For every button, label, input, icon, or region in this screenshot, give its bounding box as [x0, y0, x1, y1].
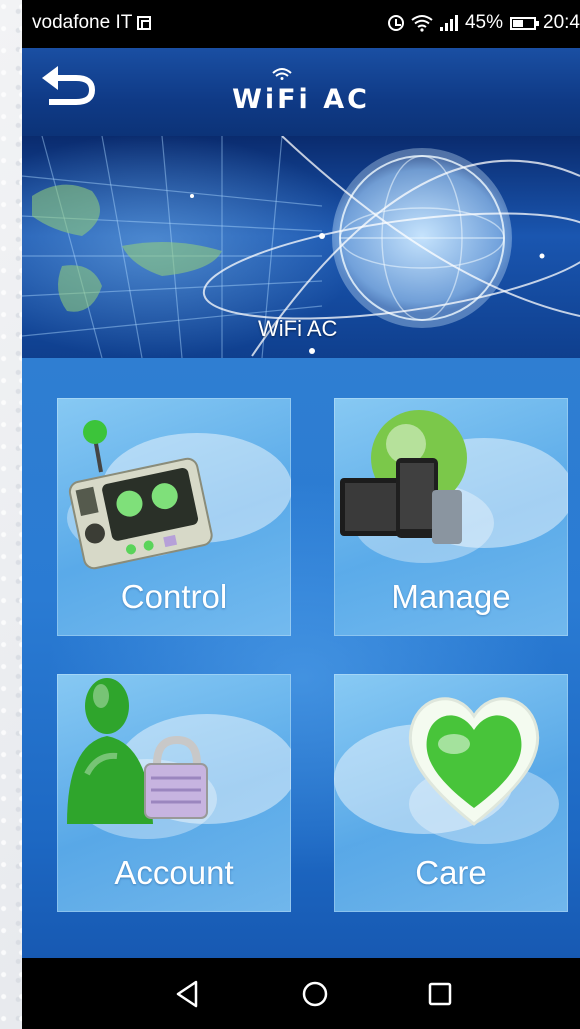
- account-label: Account: [114, 854, 234, 891]
- circle-home-icon[interactable]: [297, 976, 333, 1012]
- manage-label: Manage: [391, 578, 511, 615]
- main-menu: Control Manage Account Care: [22, 358, 580, 958]
- banner-caption: WiFi AC: [258, 316, 338, 341]
- account-tile[interactable]: Account: [57, 674, 291, 912]
- battery-icon: [510, 16, 540, 30]
- phone-screen: vodafone IT 45% 20:4 WiFi AC WiFi AC Con…: [22, 0, 580, 1029]
- square-recents-icon[interactable]: [422, 976, 458, 1012]
- care-label: Care: [415, 854, 487, 891]
- control-label: Control: [120, 578, 228, 615]
- wifi-signal-icon: [411, 15, 433, 32]
- manage-tile[interactable]: Manage: [334, 398, 568, 636]
- wifi-logo-icon: [272, 68, 292, 80]
- alarm-icon: [387, 15, 404, 31]
- system-nav-bar: [22, 958, 580, 1029]
- triangle-back-icon[interactable]: [170, 976, 206, 1012]
- battery-percent: 45%: [464, 12, 504, 33]
- care-tile[interactable]: Care: [334, 674, 568, 912]
- hero-banner: WiFi AC: [22, 136, 580, 358]
- cell-signal-icon: [439, 15, 458, 31]
- control-tile[interactable]: Control: [57, 398, 291, 636]
- screenshot-notification-icon: [137, 16, 152, 30]
- status-bar: vodafone IT 45% 20:4: [22, 0, 580, 48]
- app-header: WiFi AC: [22, 48, 580, 136]
- carrier-name: vodafone IT: [32, 12, 133, 33]
- clock-time: 20:4: [543, 12, 580, 33]
- page-title: WiFi AC: [232, 84, 370, 115]
